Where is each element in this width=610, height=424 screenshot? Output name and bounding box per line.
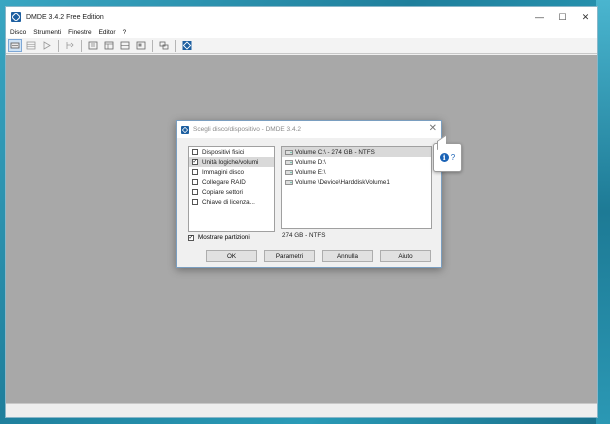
volume-info: 274 GB - NTFS xyxy=(282,232,326,239)
menu-finestre[interactable]: Finestre xyxy=(68,29,91,36)
option-copy-sectors[interactable]: Copiare settori xyxy=(189,187,274,197)
option-label: Copiare settori xyxy=(202,188,243,196)
desktop-background xyxy=(596,0,610,424)
volume-list: Volume C:\ - 274 GB - NTFS Volume D:\ Vo… xyxy=(281,146,432,229)
checkbox[interactable] xyxy=(192,199,198,205)
dialog-buttons: OK Parametri Annulla Aiuto xyxy=(206,250,431,262)
image-icon[interactable] xyxy=(134,39,148,52)
checkbox[interactable] xyxy=(192,179,198,185)
drive-icon xyxy=(285,159,293,165)
option-label: Dispositivi fisici xyxy=(202,148,245,156)
toolbar-separator xyxy=(81,39,82,52)
show-partitions-checkbox[interactable]: ✓ Mostrare partizioni xyxy=(188,234,250,241)
parameters-button[interactable]: Parametri xyxy=(264,250,315,262)
drive-icon xyxy=(285,149,293,155)
help-tooltip[interactable]: i ? xyxy=(433,143,462,172)
checkbox[interactable] xyxy=(192,189,198,195)
checkbox[interactable] xyxy=(192,149,198,155)
option-license-key[interactable]: Chiave di licenza... xyxy=(189,197,274,207)
window-title: DMDE 3.4.2 Free Edition xyxy=(26,13,104,21)
volume-label: Volume C:\ - 274 GB - NTFS xyxy=(295,148,375,156)
toolbar-separator xyxy=(58,39,59,52)
list-icon[interactable] xyxy=(102,39,116,52)
show-partitions-label: Mostrare partizioni xyxy=(198,234,250,241)
menu-disco[interactable]: Disco xyxy=(10,29,26,36)
minimize-button[interactable]: — xyxy=(528,7,551,27)
close-button[interactable]: ✕ xyxy=(574,7,597,27)
volume-item[interactable]: Volume \Device\HarddiskVolume1 xyxy=(282,177,431,187)
drive-icon xyxy=(285,179,293,185)
ok-button[interactable]: OK xyxy=(206,250,257,262)
status-bar xyxy=(6,403,597,417)
option-label: Immagini disco xyxy=(202,168,244,176)
question-mark: ? xyxy=(450,153,456,162)
volume-item[interactable]: Volume D:\ xyxy=(282,157,431,167)
option-connect-raid[interactable]: Collegare RAID xyxy=(189,177,274,187)
maximize-button[interactable]: ☐ xyxy=(551,7,574,27)
dmde-app-icon xyxy=(11,12,21,22)
cancel-button[interactable]: Annulla xyxy=(322,250,373,262)
file-panel-icon[interactable] xyxy=(63,39,77,52)
volume-item[interactable]: Volume E:\ xyxy=(282,167,431,177)
dmde-dialog-icon xyxy=(181,125,189,134)
drive-icon xyxy=(285,169,293,175)
dmde-logo-icon[interactable] xyxy=(180,39,194,52)
toolbar xyxy=(6,38,597,54)
table-icon[interactable] xyxy=(118,39,132,52)
dialog-close-button[interactable]: ✕ xyxy=(429,123,437,134)
help-button[interactable]: Aiuto xyxy=(380,250,431,262)
source-type-list: Dispositivi fisici ✓ Unità logiche/volum… xyxy=(188,146,275,232)
option-disk-images[interactable]: Immagini disco xyxy=(189,167,274,177)
volume-label: Volume \Device\HarddiskVolume1 xyxy=(295,178,390,186)
toolbar-separator xyxy=(152,39,153,52)
menu-bar: Disco Strumenti Finestre Editor ? xyxy=(6,27,597,38)
dialog-title-bar: Scegli disco/dispositivo - DMDE 3.4.2 ✕ xyxy=(177,121,441,138)
clone-icon[interactable] xyxy=(157,39,171,52)
info-icon: i xyxy=(439,153,449,162)
editor-icon[interactable] xyxy=(86,39,100,52)
volume-item[interactable]: Volume C:\ - 274 GB - NTFS xyxy=(282,147,431,157)
open-disk-icon[interactable] xyxy=(8,39,22,52)
checkbox[interactable] xyxy=(192,169,198,175)
volume-label: Volume E:\ xyxy=(295,168,326,176)
volume-label: Volume D:\ xyxy=(295,158,326,166)
option-label: Chiave di licenza... xyxy=(202,198,255,206)
title-bar: DMDE 3.4.2 Free Edition — ☐ ✕ xyxy=(6,7,597,27)
checkbox-checked[interactable]: ✓ xyxy=(188,234,194,241)
checkbox-checked[interactable]: ✓ xyxy=(192,159,198,165)
option-physical-devices[interactable]: Dispositivi fisici xyxy=(189,147,274,157)
menu-help[interactable]: ? xyxy=(123,29,127,36)
partitions-icon[interactable] xyxy=(24,39,38,52)
menu-strumenti[interactable]: Strumenti xyxy=(33,29,61,36)
option-logical-volumes[interactable]: ✓ Unità logiche/volumi xyxy=(189,157,274,167)
menu-editor[interactable]: Editor xyxy=(99,29,116,36)
option-label: Unità logiche/volumi xyxy=(202,158,259,166)
window-controls: — ☐ ✕ xyxy=(528,7,597,27)
dialog-title: Scegli disco/dispositivo - DMDE 3.4.2 xyxy=(193,126,302,133)
choose-device-dialog: Scegli disco/dispositivo - DMDE 3.4.2 ✕ … xyxy=(176,120,442,268)
toolbar-separator xyxy=(175,39,176,52)
option-label: Collegare RAID xyxy=(202,178,246,186)
play-icon[interactable] xyxy=(40,39,54,52)
